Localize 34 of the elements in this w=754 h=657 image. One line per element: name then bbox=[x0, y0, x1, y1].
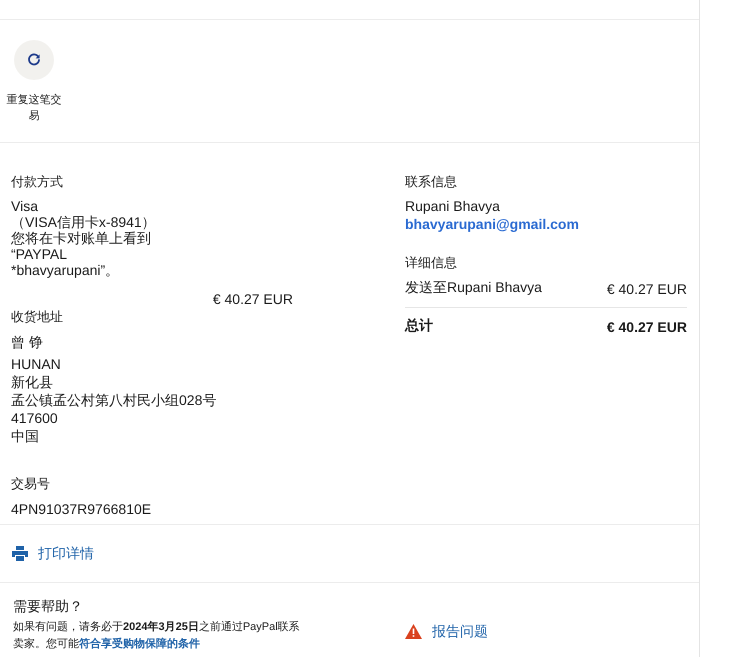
section-heading: 联系信息 bbox=[405, 173, 457, 191]
refresh-icon bbox=[27, 53, 41, 67]
help-title: 需要帮助？ bbox=[13, 597, 84, 615]
address-line: 中国 bbox=[11, 427, 39, 445]
print-link[interactable]: 打印详情 bbox=[38, 544, 94, 562]
section-heading: 详细信息 bbox=[405, 254, 457, 272]
email-link[interactable]: bhavyarupani@gmail.com bbox=[405, 214, 579, 234]
payment-text: “PAYPAL bbox=[11, 246, 68, 262]
section-heading: 交易号 bbox=[11, 475, 50, 493]
total-amount: € 40.27 EUR bbox=[606, 319, 687, 335]
total-label: 总计 bbox=[405, 317, 433, 335]
printer-icon bbox=[12, 546, 28, 561]
payment-amount: € 40.27 EUR bbox=[212, 290, 293, 308]
repeat-button[interactable] bbox=[14, 40, 54, 80]
contact-name: Rupani Bhavya bbox=[405, 198, 500, 214]
payment-text: （VISA信用卡x-8941） bbox=[11, 214, 156, 230]
section-heading: 付款方式 bbox=[11, 173, 63, 191]
transaction-id: 4PN91037R9766810E bbox=[11, 500, 152, 518]
report-link[interactable]: 报告问题 bbox=[432, 622, 488, 640]
address-line: 417600 bbox=[11, 409, 58, 427]
address-line: HUNAN bbox=[11, 355, 61, 373]
address-line: 新化县 bbox=[11, 373, 53, 391]
protection-link[interactable]: 符合享受购物保障的条件 bbox=[79, 638, 200, 650]
section-heading: 收货地址 bbox=[11, 308, 63, 326]
repeat-label: 重复这笔交易 bbox=[6, 92, 62, 124]
recipient-name: 曾 铮 bbox=[11, 333, 43, 351]
address-line: 孟公镇孟公村第八村民小组028号 bbox=[11, 391, 216, 409]
help-text: 如果有问题，请务必于2024年3月25日之前通过PayPal联系卖家。您可能符合享受购物保障的条件 bbox=[13, 620, 301, 652]
payment-text: *bhavyarupani”。 bbox=[11, 262, 120, 278]
detail-amount: € 40.27 EUR bbox=[606, 281, 687, 297]
detail-label: 发送至Rupani Bhavya bbox=[405, 279, 542, 297]
payment-text: 您将在卡对账单上看到 bbox=[11, 230, 151, 246]
warning-icon bbox=[405, 624, 422, 639]
payment-text: Visa bbox=[11, 198, 38, 214]
